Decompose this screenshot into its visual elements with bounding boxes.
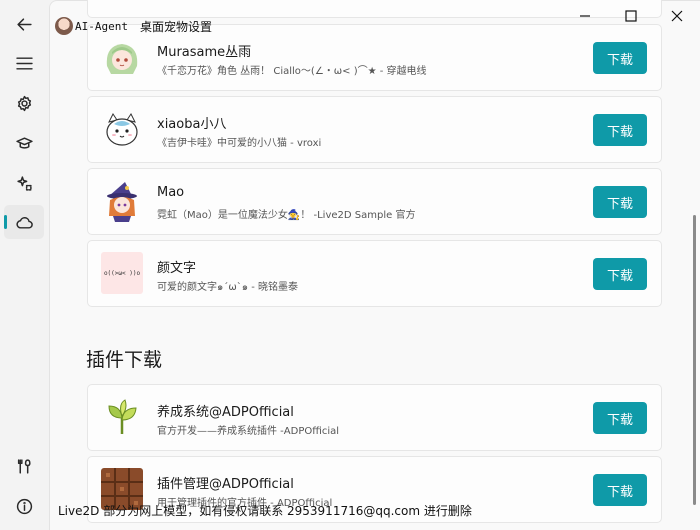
download-button[interactable]: 下载 — [593, 186, 647, 218]
close-icon — [671, 10, 683, 22]
app-logo-icon — [55, 17, 73, 35]
maximize-button[interactable] — [608, 0, 654, 32]
model-description: 《千恋万花》角色 丛雨！ Ciallo～(∠・ω< )⌒★ - 穿越电线 — [157, 66, 427, 77]
download-button[interactable]: 下载 — [593, 474, 647, 506]
maximize-icon — [625, 10, 637, 22]
menu-icon — [15, 56, 33, 70]
sprout-icon — [101, 396, 143, 438]
sidebar — [0, 0, 49, 530]
model-description: 《吉伊卡哇》中可爱的小八猫 - vroxi — [157, 138, 322, 149]
close-button[interactable] — [654, 0, 700, 32]
back-button[interactable] — [4, 7, 44, 41]
model-name: Mao — [157, 185, 185, 200]
sparkle-icon — [16, 175, 32, 191]
kaomoji-text: o((>ω< ))o — [103, 269, 141, 277]
model-description: 可爱的颜文字๑´ω`๑ - 晓铭墨泰 — [157, 282, 299, 293]
model-thumbnail — [101, 180, 143, 222]
info-icon — [16, 498, 32, 514]
list-item-plugin-growth: 养成系统@ADPOfficial 官方开发——养成系统插件 -ADPOffici… — [87, 384, 662, 451]
model-name: Murasame丛雨 — [157, 45, 252, 60]
tools-icon — [17, 458, 31, 474]
plugin-description: 官方开发——养成系统插件 -ADPOfficial — [157, 426, 340, 437]
list-item-xiaoba: xiaoba小八 《吉伊卡哇》中可爱的小八猫 - vroxi 下载 — [87, 96, 662, 163]
model-name: xiaoba小八 — [157, 117, 227, 132]
plugin-name: 养成系统@ADPOfficial — [157, 405, 294, 420]
gear-icon — [17, 95, 31, 111]
window-controls — [562, 0, 700, 32]
download-button[interactable]: 下载 — [593, 42, 647, 74]
back-arrow-icon — [16, 17, 32, 31]
cloud-icon — [15, 216, 33, 229]
list-item-kaomoji: o((>ω< ))o 颜文字 可爱的颜文字๑´ω`๑ - 晓铭墨泰 下载 — [87, 240, 662, 307]
minimize-icon — [580, 15, 590, 17]
section-title-plugins: 插件下载 — [86, 349, 163, 371]
nav-learn[interactable] — [4, 126, 44, 160]
model-name: 颜文字 — [157, 261, 197, 276]
menu-button[interactable] — [4, 46, 44, 80]
app-name: AI-Agent — [75, 19, 128, 33]
scrollbar-thumb[interactable] — [693, 215, 696, 505]
download-button[interactable]: 下载 — [593, 114, 647, 146]
graduation-cap-icon — [15, 136, 33, 149]
nav-cloud[interactable] — [4, 205, 44, 239]
list-item-mao: Mao 霓虹（Mao）是一位魔法少女🧙‍♀️！ -Live2D Sample 官… — [87, 168, 662, 235]
model-thumbnail — [101, 108, 143, 150]
nav-settings[interactable] — [4, 86, 44, 120]
footer-note: Live2D 部分为网上模型，如有侵权请联系 2953911716@qq.com… — [58, 504, 472, 518]
model-description: 霓虹（Mao）是一位魔法少女🧙‍♀️！ -Live2D Sample 官方 — [157, 210, 416, 221]
minimize-button[interactable] — [562, 0, 608, 32]
plugin-name: 插件管理@ADPOfficial — [157, 477, 294, 492]
page-title: 桌面宠物设置 — [139, 19, 212, 34]
download-button[interactable]: 下载 — [593, 258, 647, 290]
title-bar: AI-Agent 桌面宠物设置 — [55, 12, 212, 40]
model-thumbnail: o((>ω< ))o — [101, 252, 143, 294]
download-button[interactable]: 下载 — [593, 402, 647, 434]
nav-tools[interactable] — [4, 449, 44, 483]
scrollbar[interactable] — [688, 0, 700, 530]
nav-about[interactable] — [4, 489, 44, 523]
model-thumbnail — [101, 36, 143, 78]
nav-ai[interactable] — [4, 166, 44, 200]
